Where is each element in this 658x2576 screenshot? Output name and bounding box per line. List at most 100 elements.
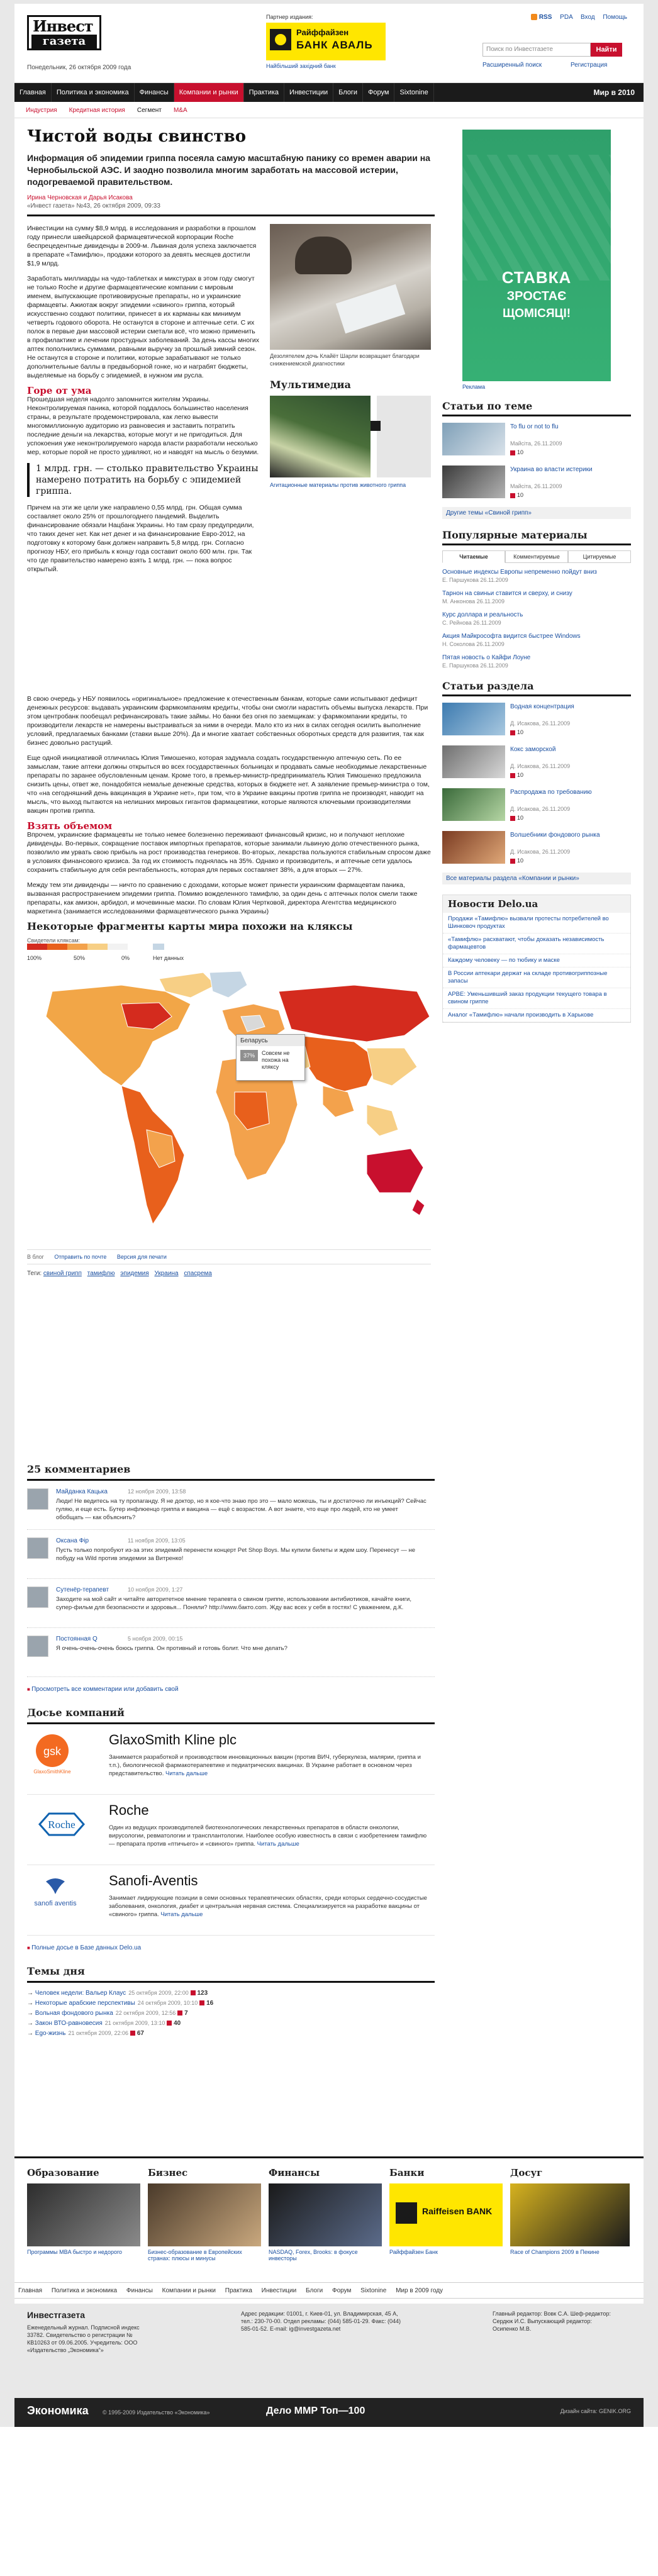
theme-row[interactable]: → Человек недели: Вальер Клаус 25 октября… [27, 1988, 435, 1998]
read-more-link[interactable]: Читать дальше [160, 1911, 203, 1918]
theme-title[interactable]: Вольная фондового рынка [35, 2010, 113, 2017]
subnav-industry[interactable]: Индустрия [26, 107, 57, 114]
popular-item-title[interactable]: Тарнон на свиньи ставится и сверху, и сн… [442, 589, 631, 598]
theme-row[interactable]: → Закон ВТО-равновесия 21 октября 2009, 1… [27, 2018, 435, 2028]
delo-news-item[interactable]: «Тамифлю» расхватают, чтобы доказать нез… [443, 934, 630, 954]
comment-author[interactable]: Майданка Кацька [56, 1488, 108, 1495]
nav-home[interactable]: Главная [14, 83, 52, 102]
login-link[interactable]: Вход [581, 14, 595, 21]
popular-item[interactable]: Акция Майкрософта видится быстрее Window… [442, 632, 631, 649]
section-item[interactable]: Распродажа по требованию Д. Исакова, 26.… [442, 788, 631, 825]
footer-nav-item[interactable]: Форум [332, 2287, 351, 2294]
footer-nav-item[interactable]: Мир в 2009 году [396, 2287, 443, 2294]
nav-world-2010[interactable]: Мир в 2010 [585, 83, 644, 102]
subnav-credit[interactable]: Кредитная история [69, 107, 125, 114]
theme-title[interactable]: Человек недели: Вальер Клаус [35, 1990, 126, 1997]
section-item[interactable]: Волшебники фондового рынка Д. Исакова, 2… [442, 831, 631, 867]
nav-companies[interactable]: Компании и рынки [174, 83, 244, 102]
footer-nav-item[interactable]: Компании и рынки [162, 2287, 216, 2294]
bottom-col-caption[interactable]: Race of Champions 2009 в Пекине [510, 2249, 630, 2255]
register-link[interactable]: Регистрация [571, 62, 607, 69]
tag-link[interactable]: Украина [154, 1270, 178, 1277]
company-name[interactable]: Roche [109, 1802, 149, 1819]
all-dossiers-link[interactable]: Полные досье в Базе данных Delo.ua [27, 1944, 435, 1951]
bottom-col-image[interactable] [269, 2183, 382, 2246]
nav-finance[interactable]: Финансы [135, 83, 174, 102]
multimedia-caption[interactable]: Агитационные материалы против животного … [270, 481, 431, 489]
footer-nav-item[interactable]: Практика [225, 2287, 252, 2294]
delo-news-item[interactable]: В России аптекари держат на складе проти… [443, 967, 630, 988]
bottom-col-caption[interactable]: Райффайзен Банк [389, 2249, 503, 2255]
bottom-col-title[interactable]: Досуг [510, 2167, 630, 2178]
bottom-col-image[interactable]: Raiffeisen BANK [389, 2183, 503, 2246]
all-comments-link[interactable]: Просмотреть все комментарии или добавить… [27, 1686, 435, 1693]
bottom-col-title[interactable]: Финансы [269, 2167, 382, 2178]
section-item[interactable]: Кокс заморской Д. Исакова, 26.11.2009 10 [442, 745, 631, 782]
theme-row[interactable]: → Вольная фондового рынка 22 октября 2009… [27, 2008, 435, 2018]
related-item-title[interactable]: Украина во власти истерики [510, 466, 628, 474]
related-thumb[interactable] [442, 466, 505, 498]
bottom-col-title[interactable]: Бизнес [148, 2167, 261, 2178]
multimedia-photo[interactable] [270, 396, 371, 477]
subnav-ma[interactable]: M&A [174, 107, 187, 114]
nav-sixtonine[interactable]: Sixtonine [394, 83, 434, 102]
bottom-col-image[interactable] [510, 2183, 630, 2246]
help-link[interactable]: Помощь [603, 14, 627, 21]
footer-nav-item[interactable]: Инвестиции [262, 2287, 297, 2294]
section-more-link[interactable]: Все материалы раздела «Компании и рынки» [442, 873, 631, 884]
roche-logo[interactable]: Roche [27, 1802, 96, 1846]
bottom-col-caption[interactable]: Бизнес-образование в Европейских странах… [148, 2249, 261, 2261]
section-thumb[interactable] [442, 788, 505, 821]
share-print[interactable]: Версия для печати [117, 1254, 167, 1260]
article-photo[interactable] [270, 224, 431, 350]
tab-read[interactable]: Читаемые [442, 550, 505, 563]
related-thumb[interactable] [442, 423, 505, 455]
read-more-link[interactable]: Читать дальше [257, 1841, 299, 1848]
theme-title[interactable]: Ego-жизнь [35, 2030, 66, 2037]
bottom-col-caption[interactable]: NASDAQ, Forex, Brooks: в фокусе инвестор… [269, 2249, 382, 2261]
bottom-col-caption[interactable]: Программы MBA быстро и недорого [27, 2249, 140, 2255]
comment-author[interactable]: Постоянная Q [56, 1636, 98, 1642]
multimedia-box[interactable] [270, 396, 431, 479]
popular-item[interactable]: Курс доллара и реальность С. Рейнова 26.1… [442, 611, 631, 627]
pda-link[interactable]: PDA [560, 14, 572, 21]
search-button[interactable]: Найти [591, 43, 622, 57]
nav-politics[interactable]: Политика и экономика [52, 83, 135, 102]
read-more-link[interactable]: Читать дальше [165, 1770, 208, 1777]
footer-nav-item[interactable]: Sixtonine [360, 2287, 386, 2294]
tag-link[interactable]: спасрема [184, 1270, 212, 1277]
footer-nav-item[interactable]: Блоги [306, 2287, 323, 2294]
comment-author[interactable]: Оксана Фір [56, 1537, 89, 1544]
article-authors[interactable]: Ирина Черновская и Дарья Исакова [27, 194, 435, 201]
share-email[interactable]: Отправить по почте [54, 1254, 106, 1260]
nav-forum[interactable]: Форум [363, 83, 395, 102]
footer-nav-item[interactable]: Политика и экономика [52, 2287, 117, 2294]
section-item-title[interactable]: Водная концентрация [510, 703, 628, 711]
delo-news-item[interactable]: Аналог «Тамифлю» начали производить в Ха… [443, 1009, 630, 1022]
company-name[interactable]: GlaxoSmith Kline plc [109, 1732, 237, 1748]
ad-caption[interactable]: Реклама [462, 384, 631, 390]
share-blog[interactable]: В блог [27, 1254, 44, 1260]
section-item-title[interactable]: Кокс заморской [510, 745, 628, 754]
footer-nav-item[interactable]: Главная [18, 2287, 42, 2294]
rss-link[interactable]: RSS [530, 14, 552, 21]
designer-credit[interactable]: Дизайн сайта: GENIK.ORG [560, 2408, 631, 2414]
bottom-col-image[interactable] [148, 2183, 261, 2246]
sanofi-logo[interactable]: sanofi aventis [27, 1873, 96, 1917]
footer-nav-item[interactable]: Финансы [126, 2287, 153, 2294]
company-name[interactable]: Sanofi-Aventis [109, 1873, 198, 1889]
theme-title[interactable]: Закон ВТО-равновесия [35, 2020, 103, 2027]
nav-investments[interactable]: Инвестиции [284, 83, 334, 102]
delo-news-item[interactable]: АРВЕ: Уменьшивший заказ продукции текуще… [443, 988, 630, 1009]
section-item-title[interactable]: Распродажа по требованию [510, 788, 628, 796]
ad-banner[interactable]: СТАВКА ЗРОСТАЄ ЩОМІСЯЦІ! [462, 130, 611, 381]
popular-item[interactable]: Основные индексы Европы непременно пойду… [442, 568, 631, 584]
popular-item[interactable]: Тарнон на свиньи ставится и сверху, и сн… [442, 589, 631, 606]
tag-link[interactable]: свиной грипп [43, 1270, 82, 1277]
tab-cited[interactable]: Цитируемые [568, 550, 631, 563]
related-item[interactable]: Украина во власти истерики Майсіта, 26.1… [442, 466, 631, 502]
theme-row[interactable]: → Некоторые арабские перспективы 24 октяб… [27, 1998, 435, 2008]
site-logo[interactable]: Инвест газета [27, 15, 101, 50]
publisher-logo[interactable]: Экономика [27, 2404, 89, 2417]
theme-row[interactable]: → Ego-жизнь 21 октября 2009, 22:06 67 [27, 2028, 435, 2038]
